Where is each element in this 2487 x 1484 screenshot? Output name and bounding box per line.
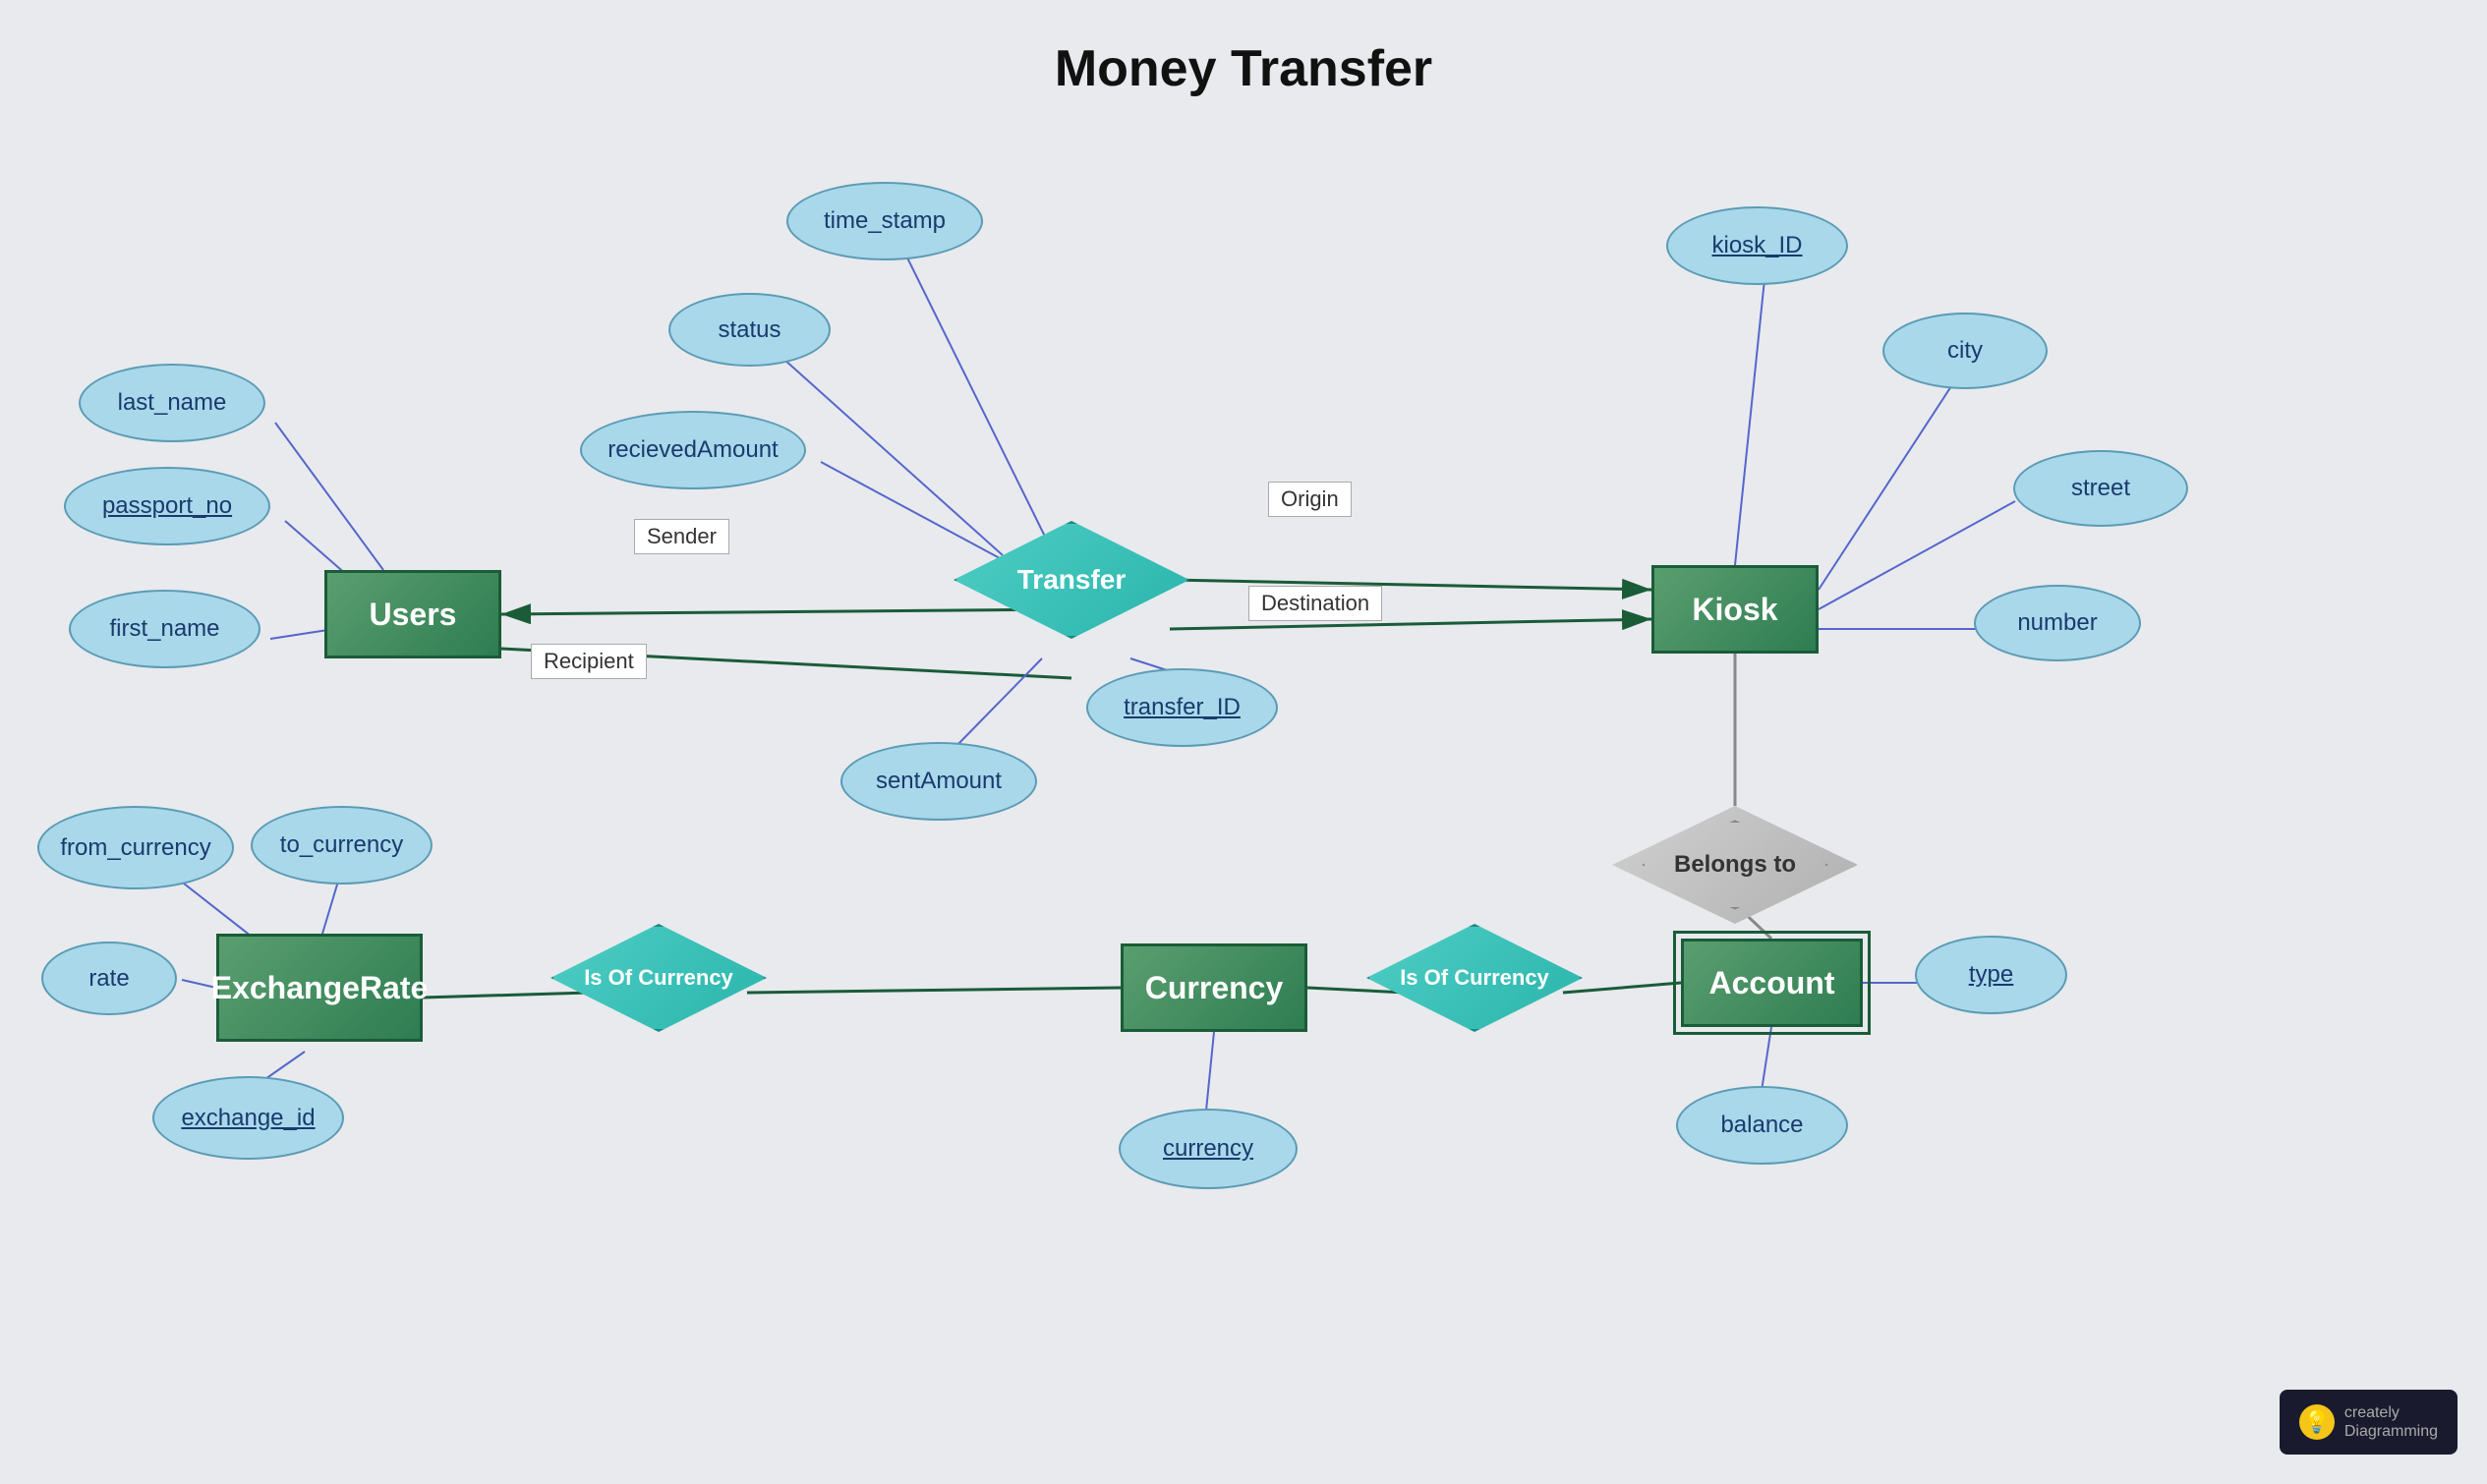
attr-currency: currency bbox=[1119, 1109, 1298, 1189]
attr-from-currency: from_currency bbox=[37, 806, 234, 889]
entity-currency: Currency bbox=[1121, 943, 1307, 1032]
diagram-title: Money Transfer bbox=[0, 0, 2487, 98]
watermark-brand: creately Diagramming bbox=[2344, 1403, 2438, 1441]
attr-exchange-id: exchange_id bbox=[152, 1076, 344, 1160]
entity-users: Users bbox=[324, 570, 501, 658]
attr-balance: balance bbox=[1676, 1086, 1848, 1165]
relationship-belongs-to: Belongs to bbox=[1612, 806, 1858, 924]
connections-svg bbox=[0, 0, 2487, 1484]
label-recipient: Recipient bbox=[531, 644, 647, 679]
relationship-is-of-currency-right: Is Of Currency bbox=[1366, 924, 1583, 1032]
attr-city: city bbox=[1882, 313, 2048, 389]
entity-exchangerate: ExchangeRate bbox=[216, 934, 423, 1042]
belongs-to-label: Belongs to bbox=[1674, 851, 1796, 879]
attr-passport-no: passport_no bbox=[64, 467, 270, 545]
attr-first-name: first_name bbox=[69, 590, 260, 668]
relationship-is-of-currency-left: Is Of Currency bbox=[550, 924, 767, 1032]
is-of-currency-left-diamond: Is Of Currency bbox=[550, 924, 767, 1032]
diagram-container: Money Transfer bbox=[0, 0, 2487, 1484]
label-destination: Destination bbox=[1248, 586, 1382, 621]
attr-kiosk-id: kiosk_ID bbox=[1666, 206, 1848, 285]
attr-street: street bbox=[2013, 450, 2188, 527]
attr-recieved-amount: recievedAmount bbox=[580, 411, 806, 489]
attr-status: status bbox=[668, 293, 831, 367]
transfer-diamond: Transfer bbox=[954, 521, 1189, 639]
attr-last-name: last_name bbox=[79, 364, 265, 442]
attr-time-stamp: time_stamp bbox=[786, 182, 983, 260]
label-sender: Sender bbox=[634, 519, 729, 554]
is-of-currency-right-diamond: Is Of Currency bbox=[1366, 924, 1583, 1032]
attr-transfer-id: transfer_ID bbox=[1086, 668, 1278, 747]
attr-sent-amount: sentAmount bbox=[840, 742, 1037, 821]
attr-number: number bbox=[1974, 585, 2141, 661]
attr-to-currency: to_currency bbox=[251, 806, 433, 885]
entity-account: Account bbox=[1681, 939, 1863, 1027]
label-origin: Origin bbox=[1268, 482, 1352, 517]
attr-rate: rate bbox=[41, 942, 177, 1015]
watermark-icon: 💡 bbox=[2299, 1404, 2335, 1440]
relationship-transfer: Transfer bbox=[954, 521, 1189, 639]
watermark: 💡 creately Diagramming bbox=[2280, 1390, 2458, 1455]
attr-type: type bbox=[1915, 936, 2067, 1014]
entity-kiosk: Kiosk bbox=[1651, 565, 1819, 654]
